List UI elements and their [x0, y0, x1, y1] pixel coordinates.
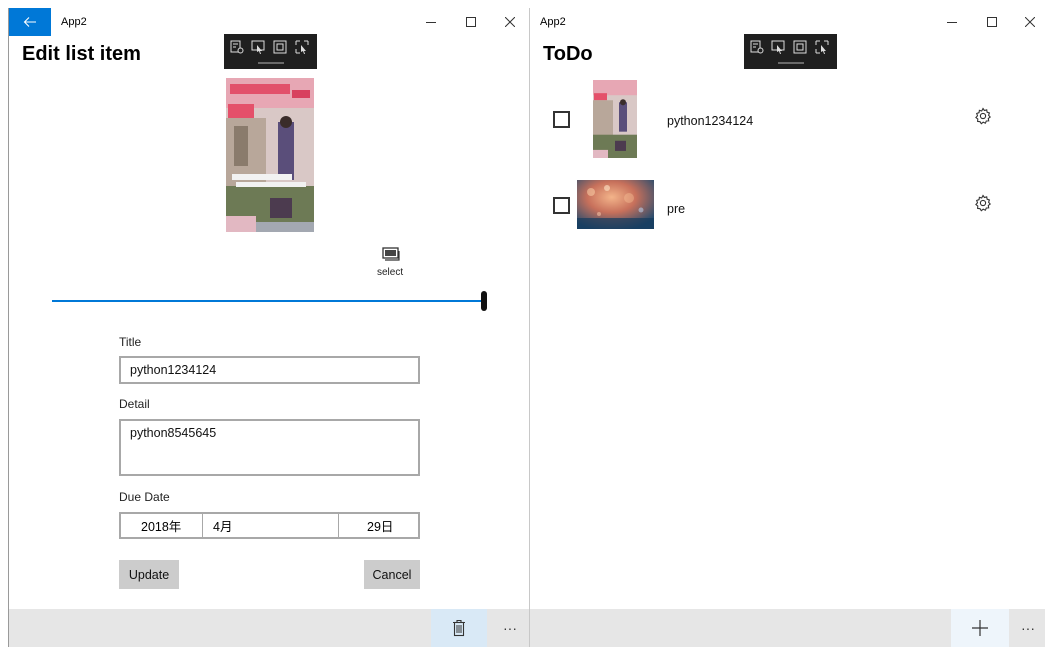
date-month[interactable]: 4月 [213, 514, 232, 537]
plus-icon [972, 620, 988, 636]
app-title: App2 [540, 16, 566, 28]
command-bar: ··· [9, 609, 529, 647]
minimize-icon [947, 22, 957, 23]
page-title: ToDo [543, 43, 593, 65]
close-button[interactable] [490, 8, 529, 36]
list-item[interactable]: python1234124 [530, 78, 1045, 160]
back-button[interactable] [9, 8, 51, 36]
title-bar: App2 [530, 8, 1045, 36]
item-photo [226, 78, 314, 232]
maximize-button[interactable] [972, 8, 1012, 36]
gallery-icon [382, 247, 400, 261]
detail-label: Detail [119, 397, 150, 411]
item-thumbnail [593, 80, 637, 158]
update-button[interactable]: Update [119, 560, 179, 589]
command-bar: ··· [530, 609, 1045, 647]
gear-icon[interactable] [974, 194, 992, 212]
page-title: Edit list item [22, 43, 141, 65]
close-icon [1025, 17, 1035, 27]
more-button[interactable]: ··· [1011, 609, 1045, 647]
add-item-button[interactable] [951, 609, 1009, 647]
item-checkbox[interactable] [553, 111, 570, 128]
item-thumbnail [577, 180, 654, 229]
debug-toolbar [224, 34, 317, 69]
detail-input[interactable]: python8545645 [119, 419, 420, 476]
list-item[interactable]: pre [530, 180, 1045, 232]
todo-window: App2 ToDo python1234124 pre ··· [530, 8, 1045, 647]
item-title: pre [667, 202, 686, 216]
display-adorners-icon[interactable] [793, 40, 807, 54]
maximize-icon [466, 17, 476, 27]
close-button[interactable] [1010, 8, 1045, 36]
title-bar: App2 [9, 8, 529, 36]
app-title: App2 [61, 16, 87, 28]
slider-thumb[interactable] [481, 291, 487, 311]
track-focus-icon[interactable] [295, 40, 309, 54]
title-label: Title [119, 335, 142, 349]
cancel-button[interactable]: Cancel [364, 560, 420, 589]
live-tree-icon[interactable] [230, 40, 244, 54]
display-adorners-icon[interactable] [273, 40, 287, 54]
minimize-icon [426, 22, 436, 23]
photo-poster-image [226, 78, 314, 232]
date-divider [202, 514, 203, 537]
minimize-button[interactable] [932, 8, 972, 36]
date-year[interactable]: 2018年 [141, 514, 181, 537]
live-tree-icon[interactable] [750, 40, 764, 54]
slider-track [52, 300, 482, 302]
maximize-button[interactable] [451, 8, 491, 36]
item-checkbox[interactable] [553, 197, 570, 214]
item-title: python1234124 [667, 114, 754, 128]
select-element-icon[interactable] [251, 40, 265, 54]
select-element-icon[interactable] [771, 40, 785, 54]
date-divider [338, 514, 339, 537]
bokeh-image [577, 180, 654, 229]
back-arrow-icon [23, 17, 36, 27]
debug-toolbar-handle[interactable] [778, 62, 804, 64]
title-input[interactable]: python1234124 [119, 356, 420, 384]
image-slider[interactable] [52, 290, 487, 312]
more-button[interactable]: ··· [489, 609, 529, 647]
select-image-button[interactable] [381, 246, 401, 262]
trash-icon [453, 619, 465, 637]
due-date-label: Due Date [119, 490, 170, 504]
maximize-icon [987, 17, 997, 27]
due-date-picker[interactable]: 2018年 4月 29日 [119, 512, 420, 539]
edit-window: App2 Edit list item select Title python1… [8, 8, 530, 647]
date-day[interactable]: 29日 [367, 514, 393, 537]
debug-toolbar-handle[interactable] [258, 62, 284, 64]
select-label: select [377, 267, 404, 278]
track-focus-icon[interactable] [815, 40, 829, 54]
delete-button[interactable] [431, 609, 487, 647]
minimize-button[interactable] [411, 8, 451, 36]
gear-icon[interactable] [974, 107, 992, 125]
close-icon [505, 17, 515, 27]
photo-poster-image [593, 80, 637, 158]
debug-toolbar [744, 34, 837, 69]
